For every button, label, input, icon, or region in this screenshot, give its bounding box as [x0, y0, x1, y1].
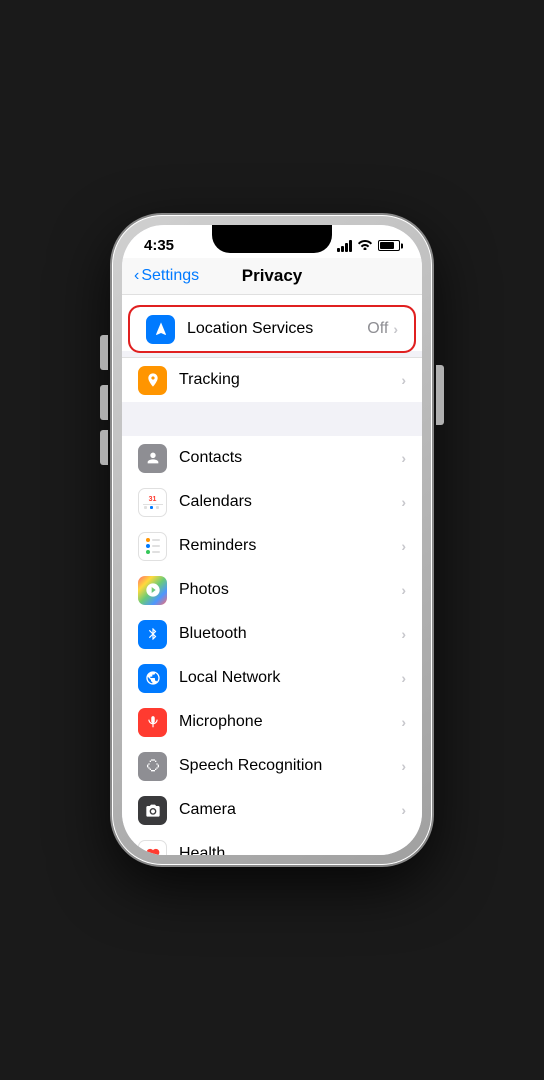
location-services-value: Off: [367, 320, 388, 338]
tracking-item[interactable]: Tracking ›: [122, 358, 422, 402]
health-chevron: ›: [401, 846, 406, 855]
reminders-label: Reminders: [179, 537, 401, 555]
bluetooth-item[interactable]: Bluetooth ›: [122, 612, 422, 656]
bluetooth-label: Bluetooth: [179, 625, 401, 643]
back-label: Settings: [141, 267, 199, 285]
calendars-item[interactable]: 31 Calendars ›: [122, 480, 422, 524]
tracking-chevron: ›: [401, 372, 406, 388]
contacts-label: Contacts: [179, 449, 401, 467]
bluetooth-icon: [138, 620, 167, 649]
location-chevron: ›: [393, 321, 398, 337]
location-services-highlight: Location Services Off ›: [130, 307, 414, 351]
local-network-icon: [138, 664, 167, 693]
section-divider-1: [122, 402, 422, 436]
notch: [212, 225, 332, 253]
speech-label: Speech Recognition: [179, 757, 401, 775]
microphone-icon: [138, 708, 167, 737]
privacy-items-group: Contacts › 31: [122, 436, 422, 855]
nav-bar: ‹ Settings Privacy: [122, 258, 422, 295]
battery-icon: [378, 240, 400, 251]
health-label: Health: [179, 845, 401, 855]
reminders-chevron: ›: [401, 538, 406, 554]
tracking-label: Tracking: [179, 371, 401, 389]
location-services-label: Location Services: [187, 320, 367, 338]
screen-content: 4:35: [122, 225, 422, 855]
photos-item[interactable]: Photos ›: [122, 568, 422, 612]
speech-icon: [138, 752, 167, 781]
local-network-label: Local Network: [179, 669, 401, 687]
back-button[interactable]: ‹ Settings: [134, 267, 199, 285]
signal-icon: [337, 240, 352, 252]
status-icons: [337, 238, 400, 253]
microphone-label: Microphone: [179, 713, 401, 731]
page-title: Privacy: [242, 266, 303, 286]
camera-item[interactable]: Camera ›: [122, 788, 422, 832]
microphone-item[interactable]: Microphone ›: [122, 700, 422, 744]
calendars-icon: 31: [138, 488, 167, 517]
camera-icon: [138, 796, 167, 825]
wifi-icon: [357, 238, 373, 253]
microphone-chevron: ›: [401, 714, 406, 730]
reminders-icon: [138, 532, 167, 561]
local-network-item[interactable]: Local Network ›: [122, 656, 422, 700]
calendars-label: Calendars: [179, 493, 401, 511]
camera-chevron: ›: [401, 802, 406, 818]
location-icon: [146, 315, 175, 344]
reminders-item[interactable]: Reminders ›: [122, 524, 422, 568]
status-bar: 4:35: [122, 225, 422, 258]
bluetooth-chevron: ›: [401, 626, 406, 642]
calendars-chevron: ›: [401, 494, 406, 510]
health-item[interactable]: Health ›: [122, 832, 422, 855]
phone-screen: 4:35: [122, 225, 422, 855]
speech-item[interactable]: Speech Recognition ›: [122, 744, 422, 788]
local-network-chevron: ›: [401, 670, 406, 686]
health-icon: [138, 840, 167, 856]
tracking-icon: [138, 366, 167, 395]
speech-chevron: ›: [401, 758, 406, 774]
status-time: 4:35: [144, 237, 174, 254]
phone-frame: 4:35: [112, 215, 432, 865]
photos-chevron: ›: [401, 582, 406, 598]
photos-label: Photos: [179, 581, 401, 599]
location-services-item[interactable]: Location Services Off ›: [130, 307, 414, 351]
camera-label: Camera: [179, 801, 401, 819]
photos-icon: [138, 576, 167, 605]
contacts-item[interactable]: Contacts ›: [122, 436, 422, 480]
contacts-icon: [138, 444, 167, 473]
contacts-chevron: ›: [401, 450, 406, 466]
content-area: Location Services Off ›: [122, 295, 422, 855]
